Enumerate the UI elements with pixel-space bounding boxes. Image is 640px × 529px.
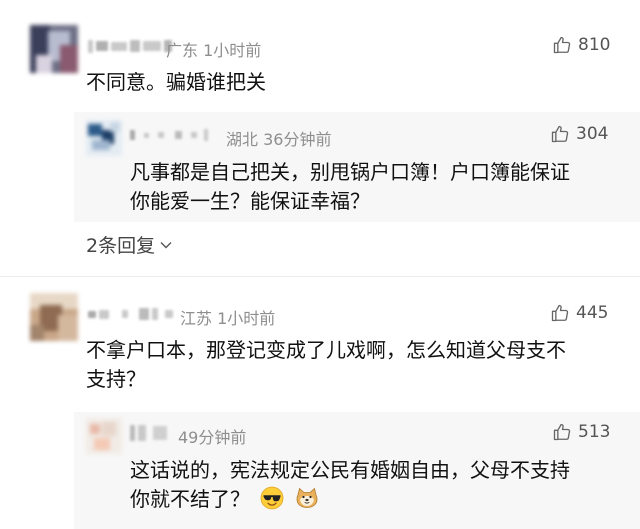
- reply-text: 这话说的，宪法规定公民有婚姻自由，父母不支持 你就不结了？: [130, 456, 570, 514]
- reply-meta: 湖北 36分钟前: [226, 130, 332, 149]
- comment-text: 不同意。骗婚谁把关: [86, 70, 266, 94]
- reply-text-line: 你能爱一生？能保证幸福？: [130, 189, 370, 213]
- avatar[interactable]: [86, 418, 122, 454]
- like-button[interactable]: 445: [550, 303, 608, 323]
- reply-text-line: 这话说的，宪法规定公民有婚姻自由，父母不支持: [130, 458, 570, 482]
- doge-dog-emoji: [296, 487, 318, 508]
- chevron-down-icon: [160, 241, 172, 248]
- cool-sunglasses-emoji: [260, 486, 284, 510]
- like-count: 445: [576, 303, 609, 323]
- reply-text-line: 凡事都是自己把关，别甩锅户口簿！户口簿能保证: [130, 160, 570, 184]
- like-count: 810: [578, 35, 611, 55]
- avatar[interactable]: [30, 25, 78, 73]
- username-blurred[interactable]: [88, 305, 173, 323]
- like-button[interactable]: 304: [550, 124, 608, 144]
- more-replies-link[interactable]: 2条回复: [86, 231, 173, 258]
- comment-text-line: 支持？: [86, 367, 146, 391]
- username-blurred[interactable]: [130, 424, 167, 442]
- comment-meta: 广东 1小时前: [166, 41, 262, 60]
- reply-meta: 49分钟前: [178, 428, 247, 447]
- comment-meta: 江苏 1小时前: [180, 309, 276, 328]
- avatar[interactable]: [30, 293, 78, 341]
- reply-text: 凡事都是自己把关，别甩锅户口簿！户口簿能保证 你能爱一生？能保证幸福？: [130, 158, 570, 216]
- like-button[interactable]: 810: [552, 35, 610, 55]
- reply-text-line: 你就不结了？: [130, 487, 250, 511]
- reply-text-line-with-emoji: 你就不结了？: [130, 485, 570, 514]
- divider: [0, 276, 640, 277]
- avatar[interactable]: [86, 120, 122, 156]
- thumbs-up-icon: [553, 423, 571, 441]
- like-button[interactable]: 513: [552, 422, 610, 442]
- thumbs-up-icon: [551, 304, 569, 322]
- like-count: 513: [578, 422, 611, 442]
- comment-text-line: 不拿户口本，那登记变成了儿戏啊，怎么知道父母支不: [86, 338, 566, 362]
- username-blurred[interactable]: [88, 37, 172, 55]
- username-blurred[interactable]: [130, 126, 208, 144]
- thumbs-up-icon: [553, 36, 571, 54]
- thumbs-up-icon: [551, 125, 569, 143]
- comment-text: 不拿户口本，那登记变成了儿戏啊，怎么知道父母支不 支持？: [86, 336, 566, 394]
- like-count: 304: [576, 124, 609, 144]
- more-replies-label: 2条回复: [86, 235, 156, 257]
